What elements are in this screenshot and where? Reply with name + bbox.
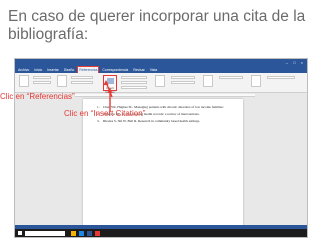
slide-title: En caso de querer incorporar una cita de… [8, 8, 306, 43]
reference-number: 3. [97, 118, 100, 123]
ribbon-small-button[interactable] [33, 76, 51, 79]
ribbon-small-button[interactable] [267, 76, 295, 79]
windows-taskbar [15, 229, 307, 237]
table-of-contents-icon[interactable] [19, 75, 29, 87]
browser-icon[interactable] [79, 230, 84, 236]
word-title-bar: – □ × [15, 59, 307, 67]
bibliography-button[interactable] [121, 86, 147, 89]
ribbon-small-button[interactable] [33, 81, 51, 84]
reference-item: 3. Rhodes S, Shi W, Bell R. Research in … [97, 119, 235, 123]
callout-insert-citation: Clic en “Insert Citation” [64, 109, 146, 118]
ribbon-small-button[interactable] [171, 76, 195, 79]
insert-citation-button[interactable]: Insert Citation [103, 75, 117, 94]
manage-sources-button[interactable] [121, 76, 147, 79]
document-page[interactable]: 1. Chen YR, Hughes SL. Managing patients… [83, 99, 243, 237]
horizontal-ruler[interactable] [75, 94, 255, 97]
ribbon-small-button[interactable] [171, 81, 195, 84]
file-explorer-icon[interactable] [71, 230, 76, 236]
ribbon-small-button[interactable] [71, 76, 93, 79]
ribbon-small-button[interactable] [71, 81, 93, 84]
style-dropdown[interactable] [121, 81, 147, 84]
window-controls[interactable]: – □ × [286, 59, 305, 67]
mark-entry-icon[interactable] [203, 75, 213, 87]
insert-caption-icon[interactable] [155, 75, 165, 87]
word-window-screenshot: – □ × Archivo Inicio Insertar Diseño Ref… [14, 58, 308, 238]
references-ribbon: Insert Citation [15, 73, 307, 94]
windows-start-icon[interactable] [18, 231, 22, 235]
app-icon[interactable] [95, 230, 100, 236]
footnote-icon[interactable] [57, 75, 67, 87]
citation-icon [107, 78, 114, 84]
callout-references: Clic en “Referencias” [0, 92, 75, 101]
word-app-icon[interactable] [87, 230, 92, 236]
insert-citation-label: Insert Citation [105, 86, 115, 94]
ribbon-small-button[interactable] [219, 76, 243, 79]
reference-text: Rhodes S, Shi W, Bell R. Research in com… [103, 118, 200, 123]
mark-citation-icon[interactable] [251, 75, 261, 87]
taskbar-search-box[interactable] [25, 230, 65, 236]
